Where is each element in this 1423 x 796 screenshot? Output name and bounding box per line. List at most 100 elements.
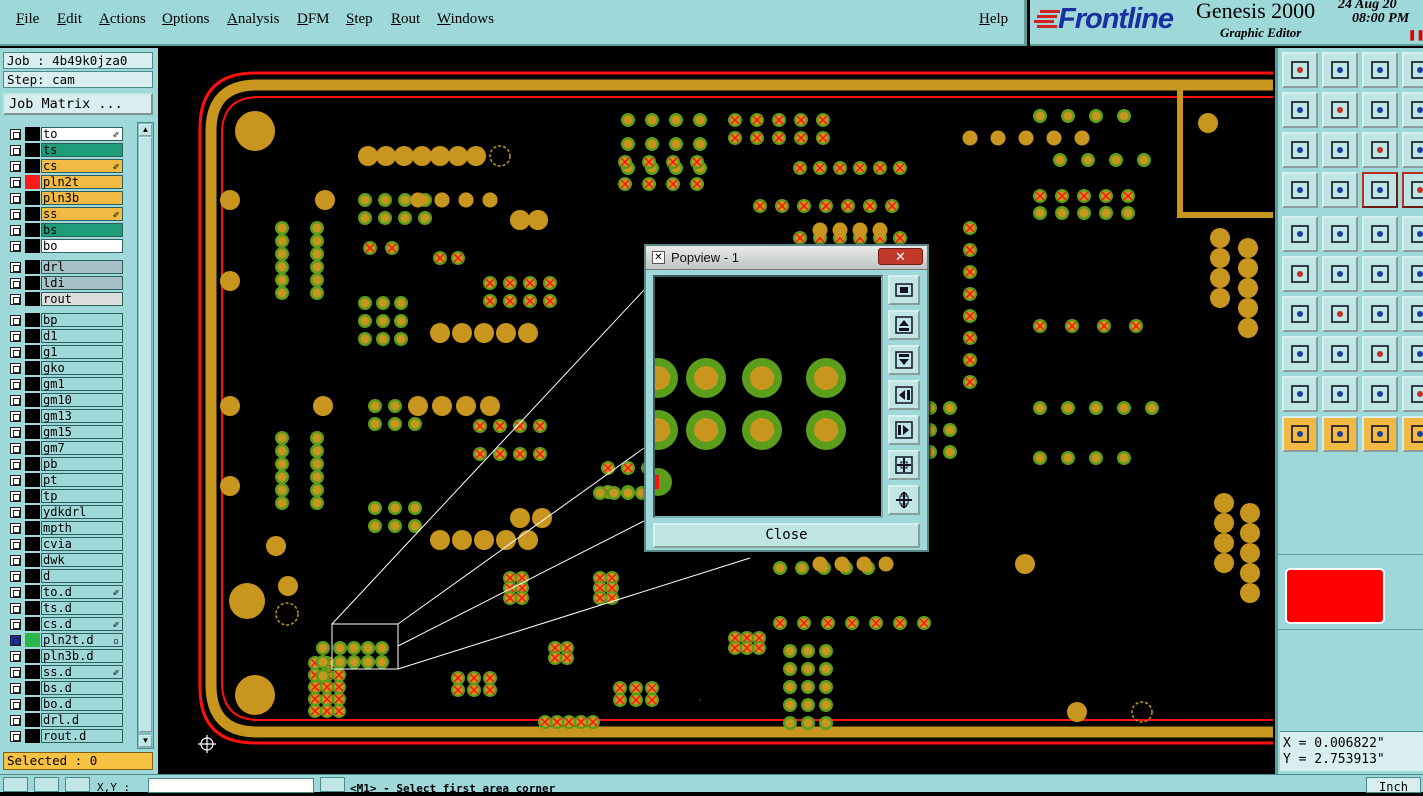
- move-icon[interactable]: [1362, 256, 1398, 292]
- status-tool-3-icon[interactable]: [65, 777, 90, 792]
- layer-checkbox[interactable]: [10, 587, 21, 598]
- popview-titlebar[interactable]: ✕ Popview - 1 ✕: [646, 246, 927, 270]
- layer-color-swatch[interactable]: [25, 489, 40, 503]
- layer-row[interactable]: tp: [5, 488, 124, 504]
- polygon-icon[interactable]: [1362, 376, 1398, 412]
- layer-name[interactable]: gm13: [41, 409, 123, 423]
- feature-icon[interactable]: [1402, 216, 1423, 252]
- popview-pan-up-button[interactable]: [888, 310, 920, 340]
- layer-color-swatch[interactable]: [25, 505, 40, 519]
- layer-color-swatch[interactable]: [25, 473, 40, 487]
- display-options-icon[interactable]: [1402, 172, 1423, 208]
- layer-checkbox[interactable]: [10, 619, 21, 630]
- layer-color-swatch[interactable]: [25, 223, 40, 237]
- layer-name[interactable]: bs: [41, 223, 123, 237]
- layer-color-swatch[interactable]: [25, 537, 40, 551]
- triangle-icon[interactable]: [1282, 376, 1318, 412]
- layer-checkbox[interactable]: [10, 331, 21, 342]
- layer-checkbox[interactable]: [10, 411, 21, 422]
- pan-right-icon[interactable]: [1322, 92, 1358, 128]
- menu-file[interactable]: File: [16, 11, 39, 28]
- layer-checkbox[interactable]: [10, 177, 21, 188]
- units-button[interactable]: Inch: [1366, 777, 1421, 793]
- layer-checkbox[interactable]: [10, 731, 21, 742]
- layer-checkbox[interactable]: [10, 363, 21, 374]
- layer-color-swatch[interactable]: [25, 191, 40, 205]
- popview-window[interactable]: ✕ Popview - 1 ✕ Close: [644, 244, 929, 552]
- layer-row[interactable]: g1: [5, 344, 124, 360]
- layer-color-swatch[interactable]: [25, 292, 40, 306]
- pad-icon[interactable]: [1402, 296, 1423, 332]
- layer-name[interactable]: ss.d✐: [41, 665, 123, 679]
- layer-name[interactable]: cs.d✐: [41, 617, 123, 631]
- popview-canvas[interactable]: [653, 275, 883, 518]
- status-tool-1-icon[interactable]: [3, 777, 28, 792]
- layer-name[interactable]: rout: [41, 292, 123, 306]
- layer-color-swatch[interactable]: [25, 393, 40, 407]
- layer-row[interactable]: cs.d✐: [5, 616, 124, 632]
- layer-color-swatch[interactable]: [25, 633, 40, 647]
- layer-name[interactable]: pln2t: [41, 175, 123, 189]
- layer-checkbox[interactable]: [10, 539, 21, 550]
- layer-color-swatch[interactable]: [25, 377, 40, 391]
- layer-scrollbar[interactable]: ▲ ▼: [137, 122, 154, 749]
- pointer-highlight-icon[interactable]: [1322, 416, 1358, 452]
- layer-checkbox[interactable]: [10, 603, 21, 614]
- layer-options-icon[interactable]: [1362, 172, 1398, 208]
- popview-zoom-out-button[interactable]: [888, 485, 920, 515]
- layer-checkbox[interactable]: [10, 523, 21, 534]
- measure-angle-icon[interactable]: [1322, 376, 1358, 412]
- layer-color-swatch[interactable]: [25, 713, 40, 727]
- layer-row[interactable]: gm15: [5, 424, 124, 440]
- layer-name[interactable]: ss✐: [41, 207, 123, 221]
- layer-checkbox[interactable]: [10, 443, 21, 454]
- layer-name[interactable]: pln3b: [41, 191, 123, 205]
- layer-name[interactable]: drl.d: [41, 713, 123, 727]
- layer-checkbox[interactable]: [10, 193, 21, 204]
- layer-row[interactable]: rout.d: [5, 728, 124, 744]
- layer-checkbox[interactable]: [10, 262, 21, 273]
- layer-name[interactable]: cvia: [41, 537, 123, 551]
- layer-row[interactable]: ts.d: [5, 600, 124, 616]
- layer-checkbox[interactable]: [10, 347, 21, 358]
- layer-row[interactable]: to✐: [5, 126, 124, 142]
- layer-checkbox[interactable]: [10, 395, 21, 406]
- layer-color-swatch[interactable]: [25, 239, 40, 253]
- resize-icon[interactable]: [1362, 336, 1398, 372]
- layer-checkbox[interactable]: [10, 241, 21, 252]
- ruler-icon[interactable]: [1362, 216, 1398, 252]
- layer-name[interactable]: g1: [41, 345, 123, 359]
- layer-checkbox[interactable]: [10, 507, 21, 518]
- popview-pan-down-button[interactable]: [888, 345, 920, 375]
- layer-name[interactable]: bp: [41, 313, 123, 327]
- layer-checkbox[interactable]: [10, 315, 21, 326]
- layer-checkbox[interactable]: [10, 683, 21, 694]
- layer-row[interactable]: gm7: [5, 440, 124, 456]
- layer-row[interactable]: cvia: [5, 536, 124, 552]
- layer-name[interactable]: pb: [41, 457, 123, 471]
- fit-screen-icon[interactable]: [1282, 132, 1318, 168]
- layer-row[interactable]: bs: [5, 222, 124, 238]
- save-icon[interactable]: [1322, 52, 1358, 88]
- layer-checkbox[interactable]: [10, 571, 21, 582]
- connect-icon[interactable]: [1282, 256, 1318, 292]
- layer-row[interactable]: bp: [5, 312, 124, 328]
- layer-row[interactable]: pt: [5, 472, 124, 488]
- layer-color-swatch[interactable]: [25, 457, 40, 471]
- menu-windows[interactable]: Windows: [437, 11, 494, 28]
- layer-color-swatch[interactable]: [25, 553, 40, 567]
- layer-row[interactable]: pb: [5, 456, 124, 472]
- layer-checkbox[interactable]: [10, 225, 21, 236]
- layer-name[interactable]: bo.d: [41, 697, 123, 711]
- layer-name[interactable]: drl: [41, 260, 123, 274]
- select-icon[interactable]: [1282, 216, 1318, 252]
- layer-color-swatch[interactable]: [25, 649, 40, 663]
- window-icon[interactable]: [1402, 52, 1423, 88]
- xy-input-field[interactable]: [148, 778, 314, 793]
- layer-name[interactable]: ldi: [41, 276, 123, 290]
- layer-checkbox[interactable]: [10, 161, 21, 172]
- layer-name[interactable]: d: [41, 569, 123, 583]
- layer-checkbox[interactable]: [10, 379, 21, 390]
- layer-color-swatch[interactable]: [25, 617, 40, 631]
- snap-icon[interactable]: [1322, 172, 1358, 208]
